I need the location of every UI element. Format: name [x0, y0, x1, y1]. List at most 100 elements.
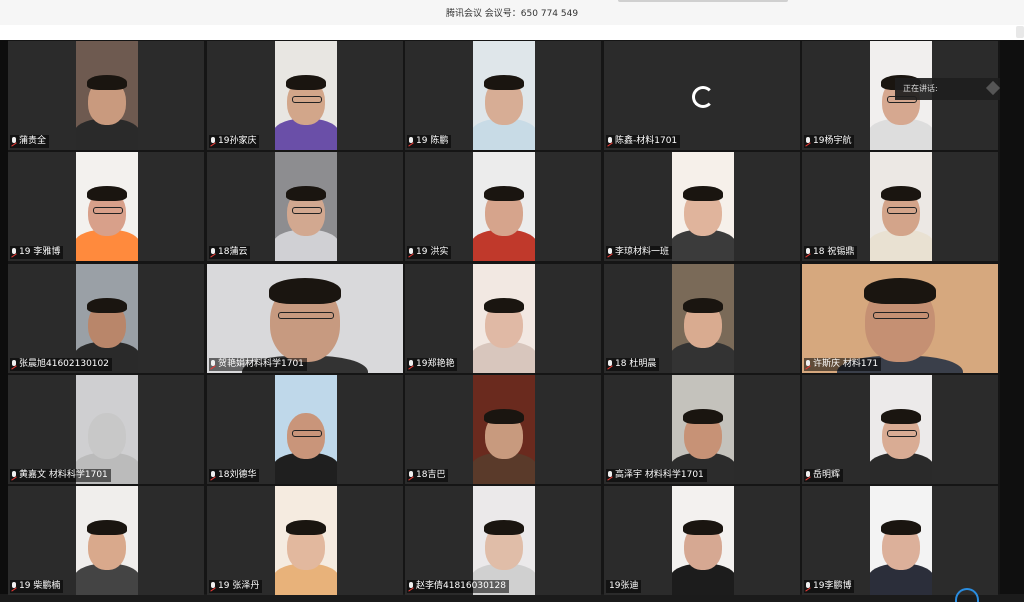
mic-muted-icon: [11, 360, 17, 369]
participant-name-label: 19孙家庆: [209, 135, 260, 148]
participant-name: 18蒲云: [218, 247, 248, 257]
collapse-arrow-icon[interactable]: [985, 80, 1001, 96]
person-hair: [484, 409, 524, 424]
video-feed: [870, 152, 932, 261]
person-hair: [286, 520, 326, 535]
participant-tile[interactable]: 贺艳娟材料科学1701: [207, 264, 403, 373]
video-feed: [473, 264, 535, 373]
video-feed: [870, 375, 932, 484]
mic-muted-icon: [408, 137, 414, 146]
participant-name-label: 19 柴鹏楠: [10, 580, 64, 593]
video-feed: [870, 486, 932, 595]
participant-name: 19 张泽丹: [218, 581, 260, 591]
participant-name: 19张迪: [609, 581, 639, 591]
participant-name: 蒲贵全: [19, 136, 47, 146]
video-feed: [473, 41, 535, 150]
participant-tile[interactable]: 张晨旭41602130102: [8, 264, 204, 373]
mic-muted-icon: [11, 471, 17, 480]
participant-name: 19孙家庆: [218, 136, 257, 146]
person-hair: [683, 186, 723, 201]
participant-name-label: 赵李倩41816030128: [407, 580, 509, 593]
participant-tile[interactable]: 19张迪: [604, 486, 800, 595]
person-hair: [269, 278, 341, 304]
participant-tile[interactable]: 19郑艳艳: [405, 264, 601, 373]
video-feed: [672, 152, 734, 261]
participant-tile[interactable]: 19 陈鹏: [405, 41, 601, 150]
participant-tile[interactable]: 19 李雅博: [8, 152, 204, 261]
speaking-label: 正在讲话:: [903, 84, 938, 93]
participant-tile[interactable]: 赵李倩41816030128: [405, 486, 601, 595]
glasses: [291, 96, 323, 104]
participant-name: 19杨宇航: [813, 136, 852, 146]
glasses: [278, 312, 334, 320]
person-hair: [484, 186, 524, 201]
participant-tile[interactable]: 18吉巴: [405, 375, 601, 484]
participant-name-label: 18刘德华: [209, 469, 260, 482]
participant-tile[interactable]: 岳明辉: [802, 375, 998, 484]
participant-tile[interactable]: 19 柴鹏楠: [8, 486, 204, 595]
participant-name: 张晨旭41602130102: [19, 359, 109, 369]
participant-tile[interactable]: 黄嘉文 材料科学1701: [8, 375, 204, 484]
participant-tile[interactable]: 李琼材料一班: [604, 152, 800, 261]
participant-tile[interactable]: 19李鹏博: [802, 486, 998, 595]
mic-muted-icon: [11, 248, 17, 257]
mic-muted-icon: [210, 248, 216, 257]
title-bar-notch: [618, 0, 788, 2]
participant-name-label: 19 洪实: [407, 246, 452, 259]
participant-tile[interactable]: 19 洪实: [405, 152, 601, 261]
mic-muted-icon: [805, 471, 811, 480]
participant-name: 19 柴鹏楠: [19, 581, 61, 591]
video-feed: [275, 486, 337, 595]
participant-name-label: 19 陈鹏: [407, 135, 452, 148]
participant-tile[interactable]: 高泽宇 材料科学1701: [604, 375, 800, 484]
participant-name-label: 张晨旭41602130102: [10, 358, 112, 371]
video-feed: [76, 486, 138, 595]
participant-name: 高泽宇 材料科学1701: [615, 470, 704, 480]
participant-name: 19 陈鹏: [416, 136, 449, 146]
participant-name: 19 李雅博: [19, 247, 61, 257]
participant-name: 18 杜明晨: [615, 359, 657, 369]
participant-name-label: 19 李雅博: [10, 246, 64, 259]
video-feed: [76, 41, 138, 150]
participant-tile[interactable]: 18 杜明晨: [604, 264, 800, 373]
glasses: [291, 207, 323, 215]
speaking-indicator[interactable]: 正在讲话:: [895, 78, 1001, 100]
mic-muted-icon: [607, 471, 613, 480]
mic-muted-icon: [11, 582, 17, 591]
glasses: [92, 207, 124, 215]
participant-name-label: 许斯庆 材料171: [804, 358, 882, 371]
mic-muted-icon: [408, 248, 414, 257]
glasses: [886, 207, 918, 215]
mic-muted-icon: [607, 137, 613, 146]
video-feed: [275, 375, 337, 484]
video-feed: [672, 264, 734, 373]
participant-name-label: 19张迪: [606, 580, 642, 593]
mic-muted-icon: [805, 582, 811, 591]
participant-tile[interactable]: 19 张泽丹: [207, 486, 403, 595]
participant-tile[interactable]: 陈鑫-材料1701: [604, 41, 800, 150]
participant-tile[interactable]: 蒲贵全: [8, 41, 204, 150]
scroll-handle[interactable]: [1016, 26, 1024, 38]
video-feed: [275, 152, 337, 261]
participant-tile[interactable]: 18 祝锡鼎: [802, 152, 998, 261]
video-feed: [275, 41, 337, 150]
participant-name: 陈鑫-材料1701: [615, 136, 678, 146]
video-feed: [473, 152, 535, 261]
video-feed: [672, 486, 734, 595]
participant-name: 18吉巴: [416, 470, 446, 480]
person-hair: [864, 278, 936, 304]
participant-tile[interactable]: 许斯庆 材料171: [802, 264, 998, 373]
participant-name: 岳明辉: [813, 470, 841, 480]
window-title: 腾讯会议 会议号：650 774 549: [445, 9, 579, 19]
participant-tile[interactable]: 18蒲云: [207, 152, 403, 261]
participant-tile[interactable]: 18刘德华: [207, 375, 403, 484]
participant-tile[interactable]: 19孙家庆: [207, 41, 403, 150]
person-hair: [286, 186, 326, 201]
person-hair: [484, 298, 524, 313]
participant-name-label: 陈鑫-材料1701: [606, 135, 681, 148]
glasses: [886, 430, 918, 438]
participant-name: 许斯庆 材料171: [813, 359, 879, 369]
mic-muted-icon: [805, 248, 811, 257]
participant-name-label: 19郑艳艳: [407, 358, 458, 371]
participant-name-label: 18 祝锡鼎: [804, 246, 858, 259]
